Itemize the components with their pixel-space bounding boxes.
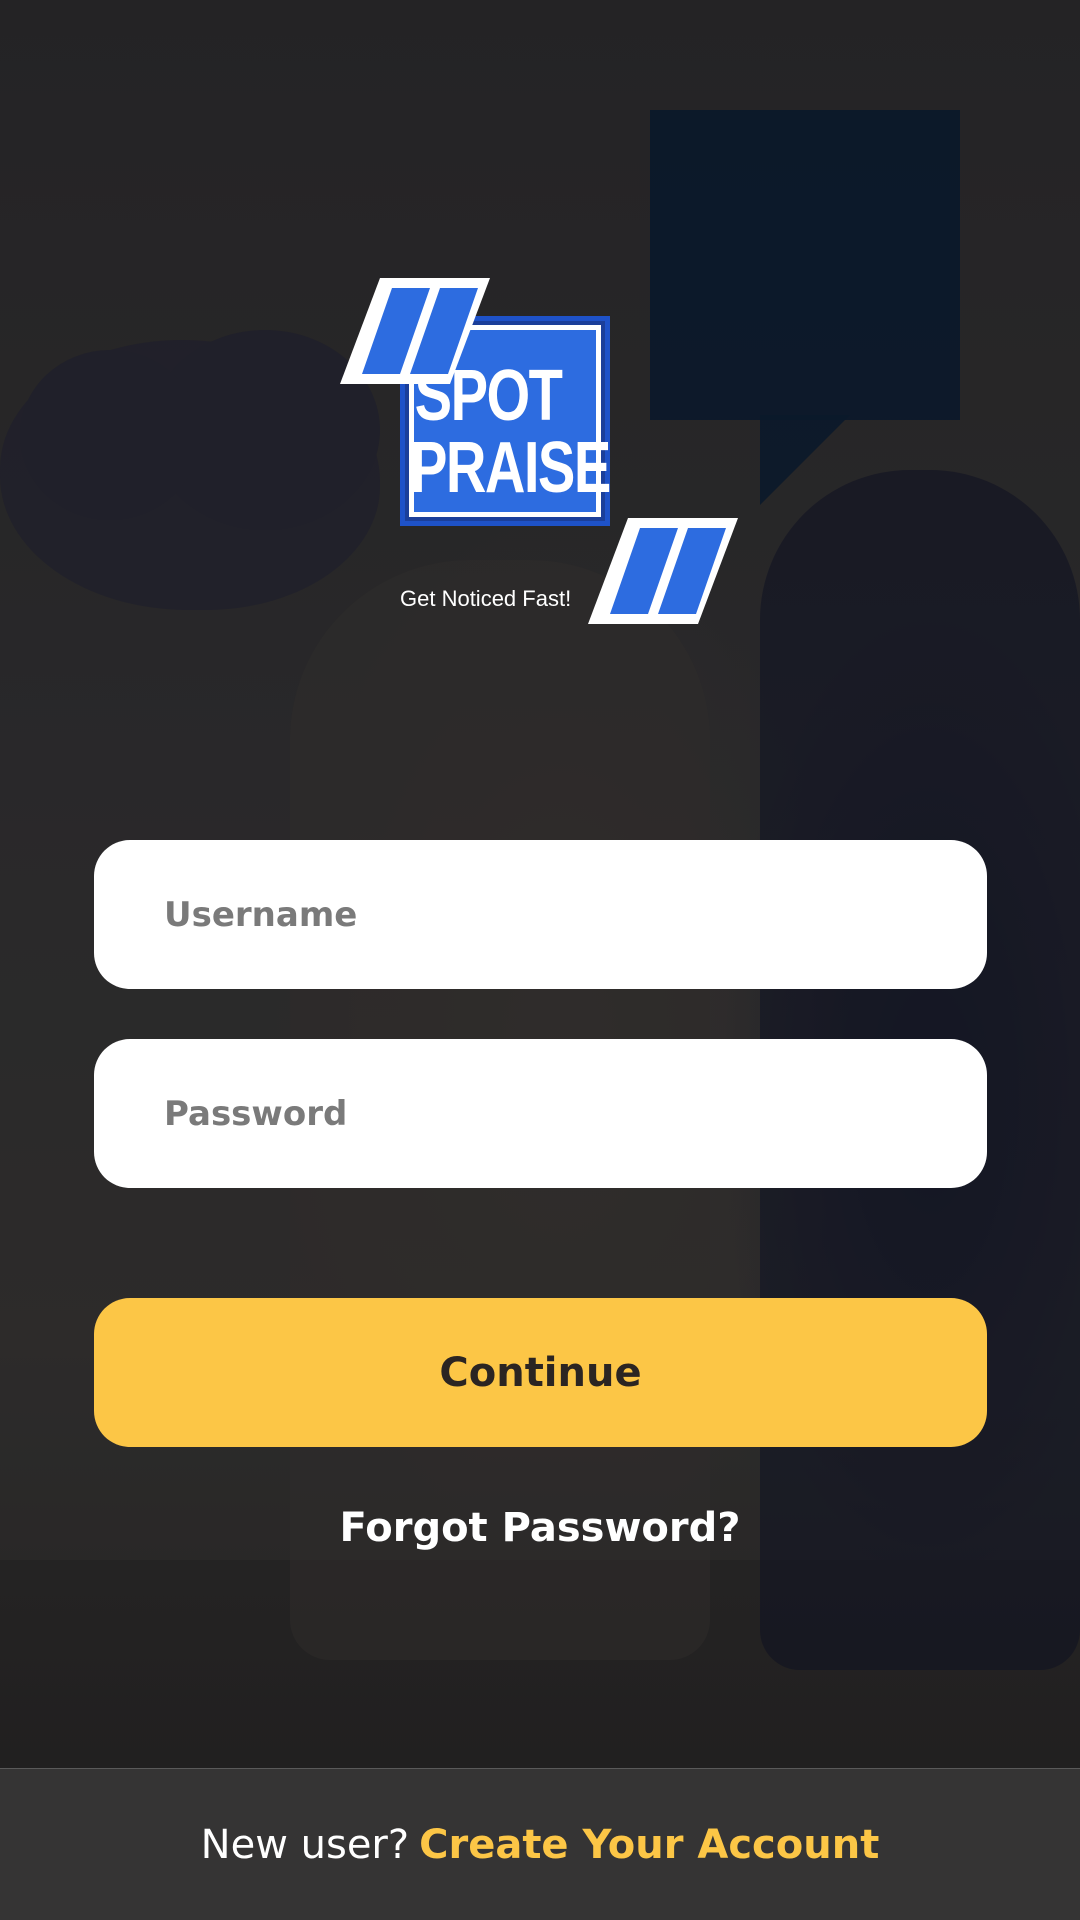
open-quote-icon xyxy=(340,278,490,384)
username-field[interactable] xyxy=(94,840,987,989)
logo-tagline: Get Noticed Fast! xyxy=(400,586,572,611)
password-input[interactable] xyxy=(164,1093,987,1134)
create-account-link[interactable]: Create Your Account xyxy=(419,1822,879,1868)
logo-line-2: PRAISE xyxy=(410,428,611,508)
username-input[interactable] xyxy=(164,894,987,935)
forgot-password-link[interactable]: Forgot Password? xyxy=(0,1505,1080,1551)
app-logo: SPOT PRAISE Get Noticed Fast! xyxy=(340,278,740,624)
new-user-text: New user? xyxy=(200,1821,410,1868)
password-field[interactable] xyxy=(94,1039,987,1188)
signup-footer: New user? Create Your Account xyxy=(0,1768,1080,1920)
continue-button[interactable]: Continue xyxy=(94,1298,987,1447)
